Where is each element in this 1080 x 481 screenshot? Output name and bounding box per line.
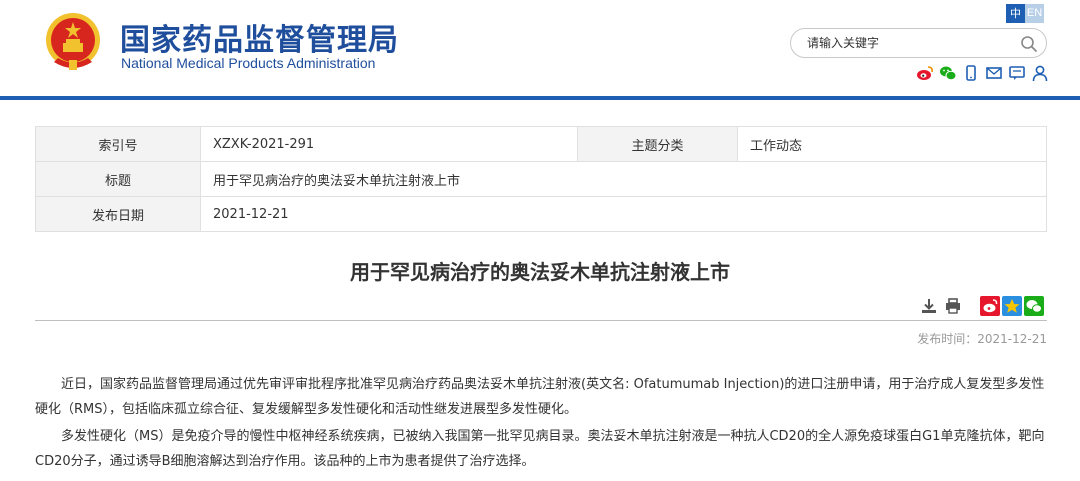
article-title: 用于罕见病治疗的奥法妥木单抗注射液上市 — [350, 260, 730, 284]
publish-time-label: 发布时间： — [917, 332, 978, 346]
search-box — [790, 28, 1047, 58]
mobile-icon[interactable] — [962, 64, 980, 82]
wechat-icon[interactable] — [939, 64, 957, 82]
meta-category-value: 工作动态 — [737, 126, 1047, 162]
article-paragraph: 多发性硬化（MS）是免疫介导的慢性中枢神经系统疾病，已被纳入我国第一批罕见病目录… — [35, 429, 1045, 469]
mail-icon[interactable] — [985, 64, 1003, 82]
publish-time: 发布时间：2021-12-21 — [917, 330, 1047, 347]
weibo-icon[interactable] — [916, 64, 934, 82]
search-input[interactable] — [807, 33, 1007, 53]
meta-index-label: 索引号 — [35, 126, 201, 162]
site-header: 国家药品监督管理局 National Medical Products Admi… — [0, 0, 1080, 100]
article-meta-table: 索引号 XZXK-2021-291 主题分类 工作动态 标题 用于罕见病治疗的奥… — [35, 126, 1047, 232]
table-row: 索引号 XZXK-2021-291 主题分类 工作动态 — [35, 126, 1047, 162]
meta-index-value: XZXK-2021-291 — [200, 126, 578, 162]
share-wechat-icon[interactable] — [1024, 296, 1044, 316]
header-divider — [0, 96, 1080, 100]
message-icon[interactable] — [1008, 64, 1026, 82]
download-icon[interactable] — [920, 297, 938, 315]
article-tools — [920, 296, 1044, 316]
meta-title-value: 用于罕见病治疗的奥法妥木单抗注射液上市 — [200, 161, 1047, 197]
meta-date-label: 发布日期 — [35, 196, 201, 232]
meta-category-label: 主题分类 — [577, 126, 738, 162]
social-links — [916, 64, 1049, 82]
print-icon[interactable] — [944, 297, 962, 315]
language-switch: 中 EN — [1006, 4, 1044, 23]
site-title-cn[interactable]: 国家药品监督管理局 — [120, 15, 399, 59]
lang-cn-button[interactable]: 中 — [1006, 4, 1025, 23]
site-title-en[interactable]: National Medical Products Administration — [121, 55, 375, 71]
share-qzone-icon[interactable] — [1002, 296, 1022, 316]
article-body: 近日，国家药品监督管理局通过优先审评审批程序批准罕见病治疗药品奥法妥木单抗注射液… — [35, 372, 1047, 476]
publish-time-value: 2021-12-21 — [977, 332, 1047, 346]
table-row: 标题 用于罕见病治疗的奥法妥木单抗注射液上市 — [35, 161, 1047, 197]
meta-date-value: 2021-12-21 — [200, 196, 1047, 232]
national-emblem-icon[interactable] — [44, 10, 102, 74]
meta-title-label: 标题 — [35, 161, 201, 197]
user-icon[interactable] — [1031, 64, 1049, 82]
table-row: 发布日期 2021-12-21 — [35, 196, 1047, 232]
share-weibo-icon[interactable] — [980, 296, 1000, 316]
search-icon[interactable] — [1020, 35, 1038, 53]
article-paragraph: 近日，国家药品监督管理局通过优先审评审批程序批准罕见病治疗药品奥法妥木单抗注射液… — [35, 377, 1045, 417]
lang-en-button[interactable]: EN — [1025, 4, 1044, 23]
title-divider — [35, 320, 1047, 321]
